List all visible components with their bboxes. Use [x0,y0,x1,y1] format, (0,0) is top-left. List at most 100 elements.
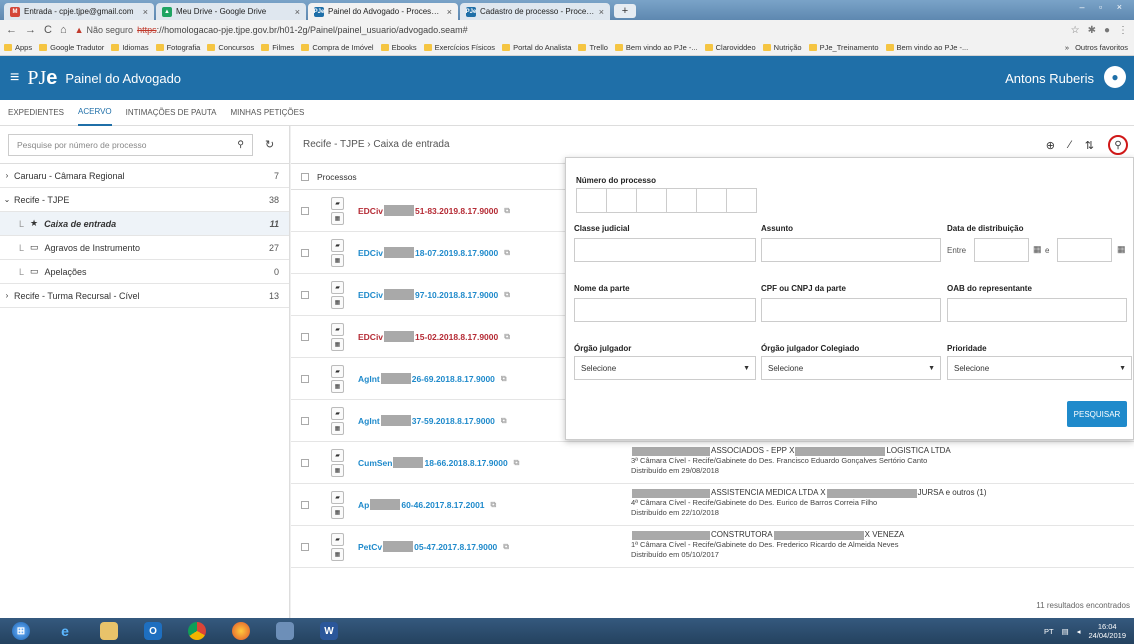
select-all-checkbox[interactable] [301,172,309,181]
bookmark-item[interactable]: Idiomas [111,43,149,52]
process-number-link[interactable]: PetCv 05-47.2017.8.17.9000 ⧉ [358,541,509,552]
tab-intimações-de-pauta[interactable]: INTIMAÇÕES DE PAUTA [126,100,217,126]
bookmark-item[interactable]: Filmes [261,43,294,52]
hammer-icon[interactable]: ▰ [331,364,344,378]
bookmark-item[interactable]: Trello [578,43,608,52]
row-checkbox[interactable] [301,458,309,467]
url-field[interactable]: ▲ Não seguro https ://homologacao-pje.tj… [75,22,1071,38]
sidebar-item[interactable]: L ▭ Agravos de Instrumento 27 [0,236,289,260]
taskbar-ie[interactable]: e [48,620,82,642]
process-number-link[interactable]: AgInt 37-59.2018.8.17.9000 ⧉ [358,415,507,426]
process-number-link[interactable]: EDCiv 15-02.2018.8.17.9000 ⧉ [358,331,510,342]
bookmark-item[interactable]: Fotografia [155,43,200,52]
row-checkbox[interactable] [301,248,309,257]
calendar-icon[interactable]: ▦ [331,337,344,351]
bookmark-item[interactable]: Concursos [207,43,254,52]
process-search-input[interactable]: Pesquise por número de processo ⚲ [8,133,253,156]
copy-icon[interactable]: ⧉ [491,500,497,510]
taskbar-firefox[interactable] [224,620,258,642]
calendar-icon[interactable]: ▦ [331,421,344,435]
user-name[interactable]: Antons Ruberis [1005,71,1094,86]
browser-tab[interactable]: ▲ Meu Drive - Google Drive × [156,3,306,20]
calendar-icon[interactable]: ▦ [331,211,344,225]
star-icon[interactable]: ☆ [1071,25,1080,36]
numero-field-1[interactable] [576,188,607,213]
table-row[interactable]: ▰ ▦ CumSen 18-66.2018.8.17.9000 ⧉ ASSOCIADOS … [291,442,1134,484]
hammer-icon[interactable]: ▰ [331,196,344,210]
close-icon[interactable]: × [447,7,452,17]
row-checkbox[interactable] [301,206,309,215]
copy-icon[interactable]: ⧉ [514,458,520,468]
classe-input[interactable] [574,238,756,262]
clock[interactable]: 16:04 24/04/2019 [1088,622,1126,640]
process-number-link[interactable]: CumSen 18-66.2018.8.17.9000 ⧉ [358,457,519,468]
profile-icon[interactable]: ● [1104,25,1110,36]
pesquisar-button[interactable]: PESQUISAR [1067,401,1127,427]
calendar-icon[interactable]: ▦ [331,253,344,267]
tab-minhas-petições[interactable]: MINHAS PETIÇÕES [230,100,304,126]
calendar-icon[interactable]: ▦ [1033,244,1042,255]
copy-icon[interactable]: ⧉ [501,374,507,384]
numero-field-2[interactable] [606,188,637,213]
refresh-icon[interactable]: ↻ [265,138,274,151]
bookmark-item[interactable]: Claroviddeo [704,43,756,52]
table-row[interactable]: ▰ ▦ PetCv 05-47.2017.8.17.9000 ⧉ CONSTRUTORA X… [291,526,1134,568]
sidebar-item[interactable]: ⌄ Recife - TJPE 38 [0,188,289,212]
process-number-link[interactable]: AgInt 26-69.2018.8.17.9000 ⧉ [358,373,507,384]
browser-tab[interactable]: PJe Painel do Advogado - Processo Jud × [308,3,458,20]
reload-icon[interactable]: C [44,24,52,36]
taskbar-explorer[interactable] [92,620,126,642]
hamburger-menu-icon[interactable]: ≡ [10,69,19,87]
orgao-colegiado-select[interactable]: Selecione ▼ [761,356,941,380]
close-icon[interactable]: × [295,7,300,17]
magic-wand-icon[interactable]: ⁄ [1069,139,1071,151]
bookmark-item[interactable]: Exercícios Físicos [423,43,495,52]
browser-tab[interactable]: M Entrada - cpje.tjpe@gmail.com × [4,3,154,20]
menu-icon[interactable]: ⋮ [1118,25,1128,36]
sort-icon[interactable]: ⇅ [1085,139,1094,152]
hammer-icon[interactable]: ▰ [331,238,344,252]
taskbar-chrome[interactable] [180,620,214,642]
bookmark-item[interactable]: Portal do Analista [502,43,571,52]
orgao-select[interactable]: Selecione ▼ [574,356,756,380]
taskbar-outlook[interactable]: O [136,620,170,642]
row-checkbox[interactable] [301,374,309,383]
prioridade-select[interactable]: Selecione ▼ [947,356,1132,380]
hammer-icon[interactable]: ▰ [331,490,344,504]
new-tab-button[interactable]: + [614,4,636,18]
numero-field-4[interactable] [666,188,697,213]
calendar-icon[interactable]: ▦ [331,547,344,561]
calendar-icon[interactable]: ▦ [331,505,344,519]
row-checkbox[interactable] [301,332,309,341]
taskbar-app[interactable] [268,620,302,642]
table-row[interactable]: ▰ ▦ Ap 60-46.2017.8.17.2001 ⧉ ASSISTENCIA MED… [291,484,1134,526]
home-icon[interactable]: ⌂ [60,24,67,36]
numero-field-3[interactable] [636,188,667,213]
bookmark-item[interactable]: Compra de Imóvel [301,43,374,52]
hammer-icon[interactable]: ▰ [331,448,344,462]
copy-icon[interactable]: ⧉ [503,542,509,552]
hammer-icon[interactable]: ▰ [331,532,344,546]
bookmarks-more[interactable]: » [1065,43,1069,52]
row-checkbox[interactable] [301,542,309,551]
bookmark-item[interactable]: Bem vindo ao PJe -... [614,43,698,52]
oab-input[interactable] [947,298,1127,322]
search-icon[interactable]: ⚲ [237,139,244,150]
date-to-input[interactable] [1057,238,1112,262]
date-from-input[interactable] [974,238,1029,262]
nome-parte-input[interactable] [574,298,756,322]
bookmark-item[interactable]: Nutrição [762,43,802,52]
copy-icon[interactable]: ⧉ [504,248,510,258]
copy-icon[interactable]: ⧉ [504,206,510,216]
process-number-link[interactable]: Ap 60-46.2017.8.17.2001 ⧉ [358,499,496,510]
close-icon[interactable]: × [599,7,604,17]
sidebar-item[interactable]: L ▭ Apelações 0 [0,260,289,284]
sidebar-item[interactable]: L ★ Caixa de entrada 11 [0,212,289,236]
calendar-icon[interactable]: ▦ [331,379,344,393]
row-checkbox[interactable] [301,416,309,425]
chevron-down-icon[interactable]: ⌄ [0,195,14,204]
volume-icon[interactable]: ◂ [1077,627,1081,636]
calendar-icon[interactable]: ▦ [1117,244,1126,255]
bookmark-item[interactable]: PJe_Treinamento [808,43,879,52]
other-bookmarks[interactable]: Outros favoritos [1075,43,1128,52]
